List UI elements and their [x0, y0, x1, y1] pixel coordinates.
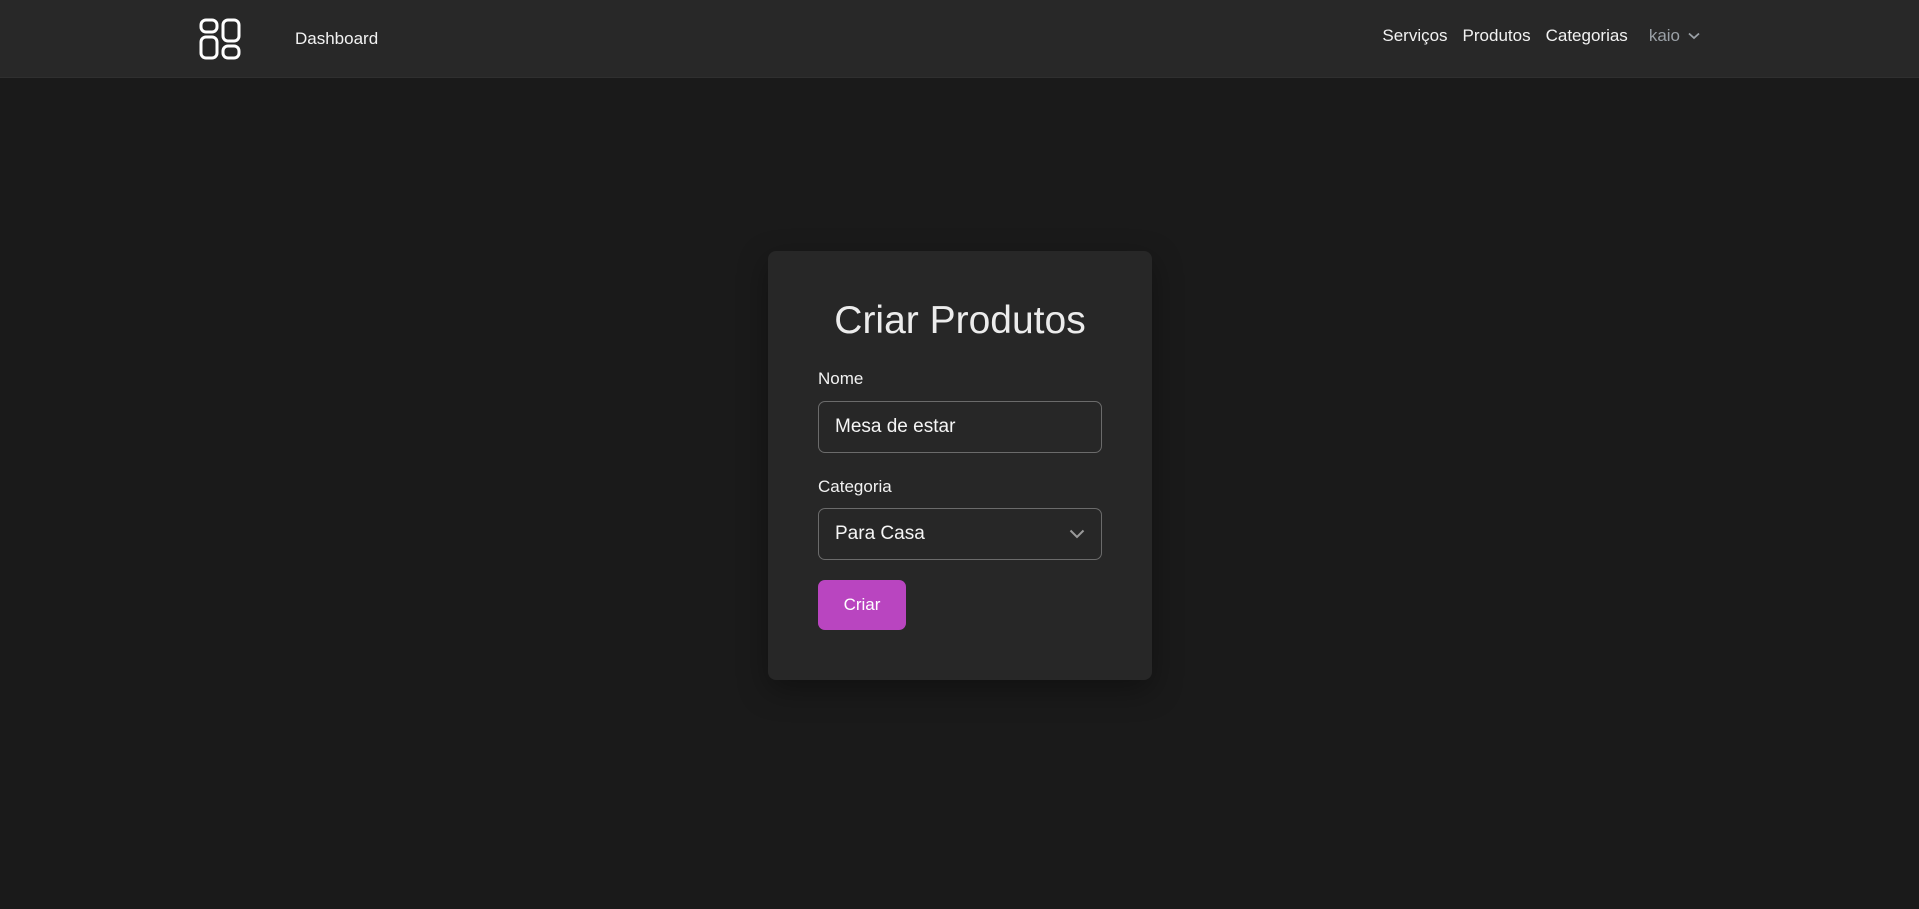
main-nav: Serviços Produtos Categorias kaio — [1367, 26, 1700, 46]
name-input[interactable] — [818, 401, 1102, 453]
create-button[interactable]: Criar — [818, 580, 906, 630]
chevron-down-icon — [1688, 32, 1700, 40]
user-name: kaio — [1648, 26, 1680, 45]
nav-link-products[interactable]: Produtos — [1463, 26, 1531, 46]
name-label: Nome — [818, 369, 864, 388]
page-title: Criar Produtos — [834, 299, 1086, 342]
dashboard-link[interactable]: Dashboard — [295, 29, 378, 49]
category-selected-value: Para Casa — [835, 523, 925, 544]
category-label: Categoria — [818, 477, 892, 496]
logo-grid-icon[interactable] — [199, 18, 241, 60]
top-navbar: Dashboard Serviços Produtos Categorias k… — [0, 0, 1919, 78]
category-select[interactable]: Para Casa — [818, 508, 1102, 560]
chevron-down-icon — [1069, 529, 1085, 539]
create-product-card: Criar Produtos Nome Categoria Para Casa … — [768, 251, 1152, 680]
user-menu-dropdown[interactable]: kaio — [1649, 26, 1700, 46]
nav-link-categories[interactable]: Categorias — [1546, 26, 1628, 46]
nav-link-services[interactable]: Serviços — [1382, 26, 1447, 46]
